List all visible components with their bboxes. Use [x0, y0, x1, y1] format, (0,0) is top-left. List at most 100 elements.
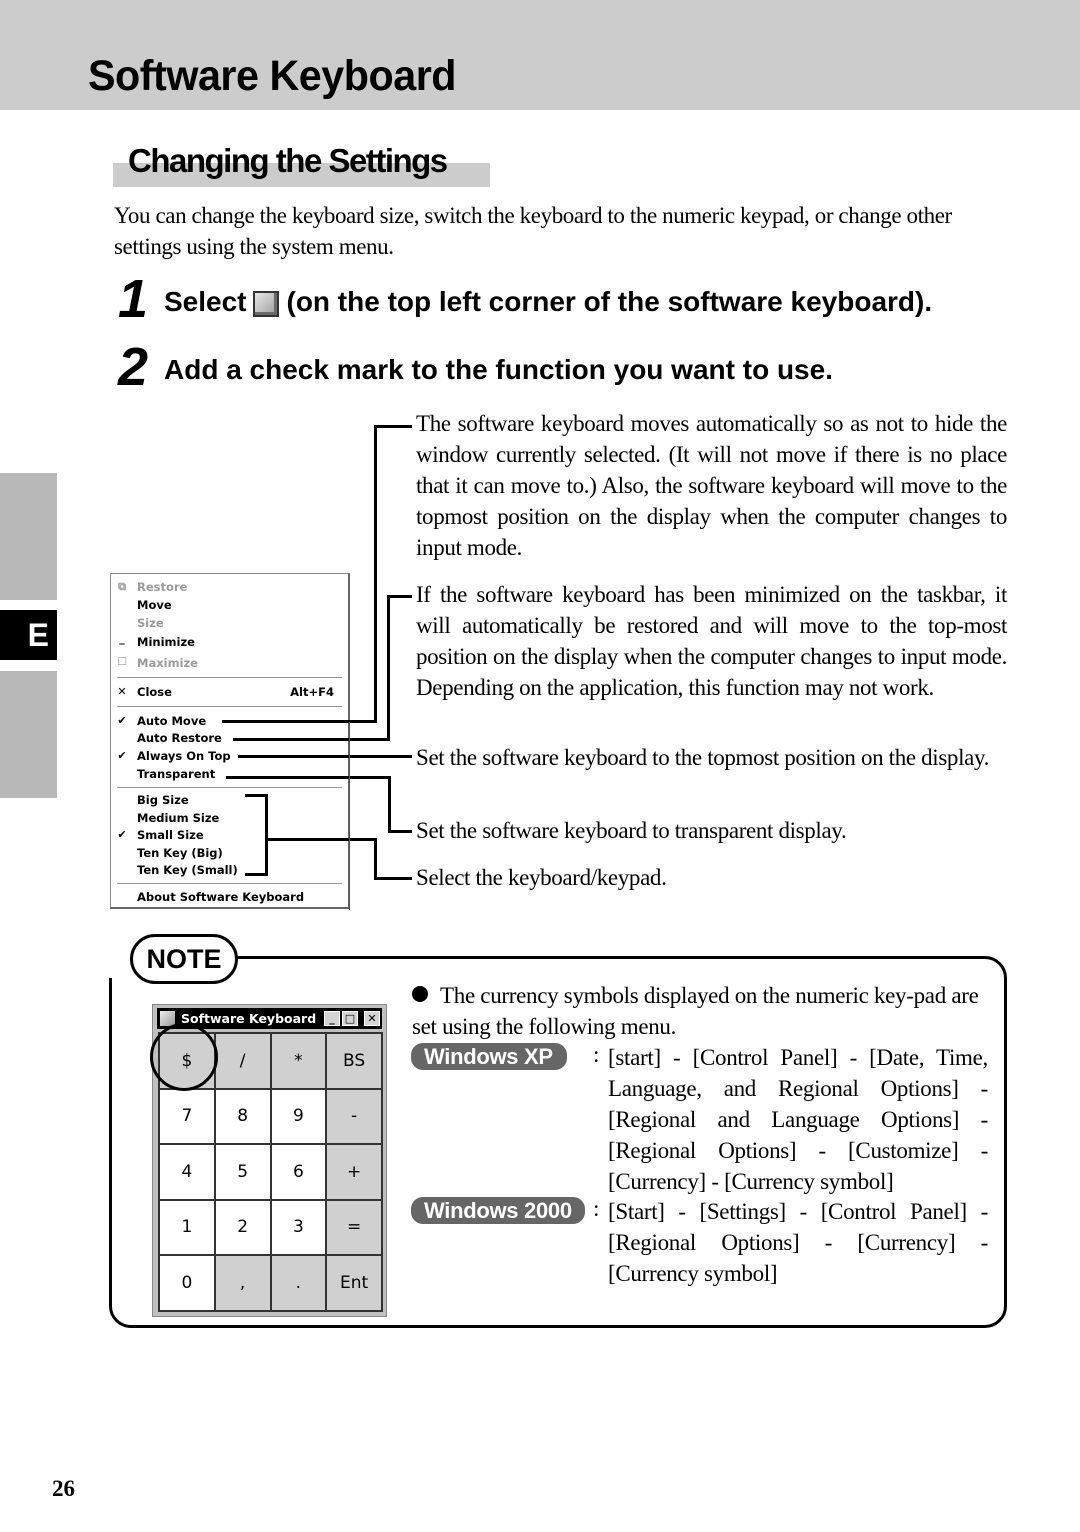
badge-windows-2000: Windows 2000: [411, 1197, 585, 1224]
step-1: 1 Select (on the top left corner of the so…: [118, 268, 932, 330]
menu-item-auto-move[interactable]: Auto Move: [137, 714, 206, 728]
bracket-line: [245, 794, 267, 797]
minimize-icon: _: [119, 632, 125, 645]
key-asterisk[interactable]: *: [270, 1033, 327, 1089]
key-equals[interactable]: =: [326, 1199, 382, 1255]
page-number: 26: [52, 1476, 75, 1501]
key-9[interactable]: 9: [270, 1088, 327, 1144]
leader-line: [222, 720, 376, 723]
path-windows-2000: [Start] - [Settings] - [Control Panel] -…: [608, 1199, 988, 1286]
menu-separator: [117, 883, 342, 885]
menu-item-ten-key-small[interactable]: Ten Key (Small): [137, 863, 238, 877]
step-number: 2: [118, 337, 149, 397]
highlight-circle: [150, 1023, 218, 1091]
leader-line: [388, 830, 412, 833]
check-icon: ✔: [117, 749, 127, 762]
key-8[interactable]: 8: [214, 1088, 271, 1144]
key-1[interactable]: 1: [159, 1199, 215, 1255]
page-title: Software Keyboard: [88, 52, 457, 100]
menu-item-close[interactable]: Close: [137, 685, 172, 699]
key-minus[interactable]: -: [326, 1088, 382, 1144]
note-label: NOTE: [130, 934, 238, 984]
restore-icon: ⧉: [118, 580, 126, 593]
menu-separator: [117, 677, 342, 679]
leader-line: [374, 838, 377, 879]
bullet-icon: [412, 986, 428, 1002]
check-icon: ✔: [117, 714, 127, 727]
menu-item-restore[interactable]: Restore: [137, 580, 187, 594]
leader-line: [388, 776, 391, 833]
menu-item-medium-size[interactable]: Medium Size: [137, 811, 219, 825]
note-bullet-text: The currency symbols displayed on the nu…: [412, 983, 979, 1039]
path-windows-xp: [start] - [Control Panel] - [Date, Time,…: [608, 1045, 988, 1194]
step-text: (on the top left corner of the software …: [286, 286, 933, 317]
key-0[interactable]: 0: [159, 1255, 215, 1311]
menu-item-maximize[interactable]: Maximize: [137, 656, 198, 670]
side-tab-lower: [0, 671, 57, 798]
key-3[interactable]: 3: [270, 1199, 327, 1255]
keyboard-title: Software Keyboard: [181, 1011, 317, 1026]
check-icon: ✔: [117, 828, 127, 841]
menu-separator: [117, 787, 342, 789]
close-shortcut: Alt+F4: [290, 685, 334, 699]
key-bs[interactable]: BS: [326, 1033, 382, 1089]
menu-item-move[interactable]: Move: [137, 598, 172, 612]
key-slash[interactable]: /: [214, 1033, 271, 1089]
key-4[interactable]: 4: [159, 1144, 215, 1200]
menu-item-always-on-top[interactable]: Always On Top: [137, 749, 231, 763]
menu-item-about[interactable]: About Software Keyboard: [137, 890, 304, 904]
desc-always-on-top: Set the software keyboard to the topmost…: [416, 745, 990, 770]
key-comma[interactable]: ,: [214, 1255, 271, 1311]
maximize-button[interactable]: □: [342, 1011, 358, 1026]
close-icon: ✕: [117, 685, 127, 698]
system-menu: ⧉ Restore Move Size _ Minimize ☐ Maximiz…: [110, 573, 350, 909]
menu-item-small-size[interactable]: Small Size: [137, 828, 204, 842]
menu-item-big-size[interactable]: Big Size: [137, 793, 189, 807]
bracket-line: [265, 794, 268, 876]
colon: :: [593, 1196, 600, 1221]
note-bullet: The currency symbols displayed on the nu…: [412, 980, 994, 1042]
side-tab-E: E: [0, 610, 57, 660]
desc-size: Select the keyboard/keypad.: [416, 865, 667, 890]
leader-line: [266, 838, 376, 841]
bracket-line: [245, 873, 267, 876]
menu-item-ten-key-big[interactable]: Ten Key (Big): [137, 846, 223, 860]
desc-auto-restore: If the software keyboard has been minimi…: [416, 582, 1007, 700]
key-period[interactable]: .: [270, 1255, 327, 1311]
menu-item-transparent[interactable]: Transparent: [137, 767, 215, 781]
leader-line: [387, 595, 390, 741]
section-title: Changing the Settings: [128, 142, 448, 179]
guide-line: [349, 722, 350, 910]
leader-line: [226, 776, 391, 779]
step-text: Select: [164, 286, 247, 317]
leader-line: [233, 738, 390, 741]
desc-transparent: Set the software keyboard to transparent…: [416, 818, 847, 843]
close-button[interactable]: ✕: [364, 1011, 380, 1026]
badge-windows-xp: Windows XP: [411, 1043, 567, 1070]
leader-line: [374, 877, 412, 880]
intro-paragraph: You can change the keyboard size, switch…: [114, 203, 952, 259]
colon: :: [593, 1042, 600, 1067]
desc-auto-move: The software keyboard moves automaticall…: [416, 411, 1007, 560]
key-plus[interactable]: +: [326, 1144, 382, 1200]
leader-line: [238, 755, 412, 758]
key-5[interactable]: 5: [214, 1144, 271, 1200]
key-7[interactable]: 7: [159, 1088, 215, 1144]
menu-item-minimize[interactable]: Minimize: [137, 635, 195, 649]
side-tab-upper: [0, 473, 57, 600]
minimize-button[interactable]: _: [324, 1011, 340, 1026]
menu-separator: [117, 706, 342, 708]
step-2: 2 Add a check mark to the function you wa…: [118, 336, 833, 398]
leader-line: [387, 595, 412, 598]
key-ent[interactable]: Ent: [326, 1255, 382, 1311]
system-menu-icon: [252, 291, 279, 317]
menu-item-size[interactable]: Size: [137, 616, 164, 630]
maximize-icon: ☐: [117, 655, 127, 668]
leader-line: [374, 425, 377, 723]
menu-item-auto-restore[interactable]: Auto Restore: [137, 731, 222, 745]
leader-line: [374, 425, 412, 428]
step-number: 1: [118, 269, 149, 329]
key-6[interactable]: 6: [270, 1144, 327, 1200]
step-text: Add a check mark to the function you wan…: [164, 354, 833, 385]
key-2[interactable]: 2: [214, 1199, 271, 1255]
